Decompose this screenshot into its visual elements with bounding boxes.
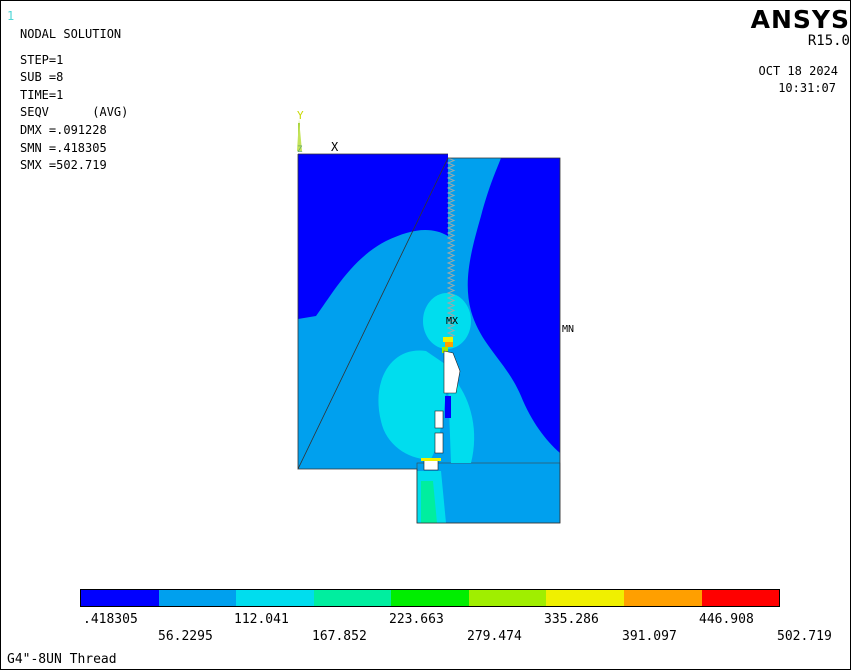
- legend-value: 167.852: [312, 629, 367, 644]
- legend-value: 335.286: [544, 612, 599, 627]
- legend-value: 502.719: [777, 629, 832, 644]
- legend-band-6: [468, 590, 547, 606]
- thread-low-strip: [445, 396, 451, 418]
- y-axis-label: Y: [297, 109, 304, 122]
- hotspot-yellow: [443, 337, 453, 342]
- legend-band-5: [391, 590, 469, 606]
- legend-value: 223.663: [389, 612, 444, 627]
- legend-band-1: [81, 590, 159, 606]
- z-axis-label: Z: [297, 145, 303, 155]
- plot-caption: G4"-8UN Thread: [7, 652, 117, 667]
- thread-gap-3: [434, 432, 444, 454]
- legend-band-4: [313, 590, 392, 606]
- legend-value: 391.097: [622, 629, 677, 644]
- legend-band-2: [158, 590, 237, 606]
- thread-gap-2: [434, 410, 444, 429]
- x-axis-label: X: [331, 140, 339, 154]
- legend-band-9: [701, 590, 780, 606]
- contour-plot[interactable]: Y X Z MX MN: [1, 1, 850, 669]
- contour-legend-bar: [80, 589, 780, 607]
- legend-value: 56.2295: [158, 629, 213, 644]
- hotspot-bottom: [421, 458, 441, 461]
- hotspot-orange: [445, 342, 453, 347]
- legend-value: 279.474: [467, 629, 522, 644]
- thread-gap-4: [423, 459, 439, 471]
- legend-value: 446.908: [699, 612, 754, 627]
- legend-band-8: [623, 590, 702, 606]
- min-marker: MN: [562, 324, 574, 335]
- legend-value: 112.041: [234, 612, 289, 627]
- max-marker: MX: [446, 316, 458, 327]
- legend-band-3: [236, 590, 314, 606]
- ansys-graphics-window: 1 NODAL SOLUTION STEP=1 SUB =8 TIME=1 SE…: [0, 0, 851, 670]
- legend-band-7: [546, 590, 624, 606]
- legend-value: .418305: [83, 612, 138, 627]
